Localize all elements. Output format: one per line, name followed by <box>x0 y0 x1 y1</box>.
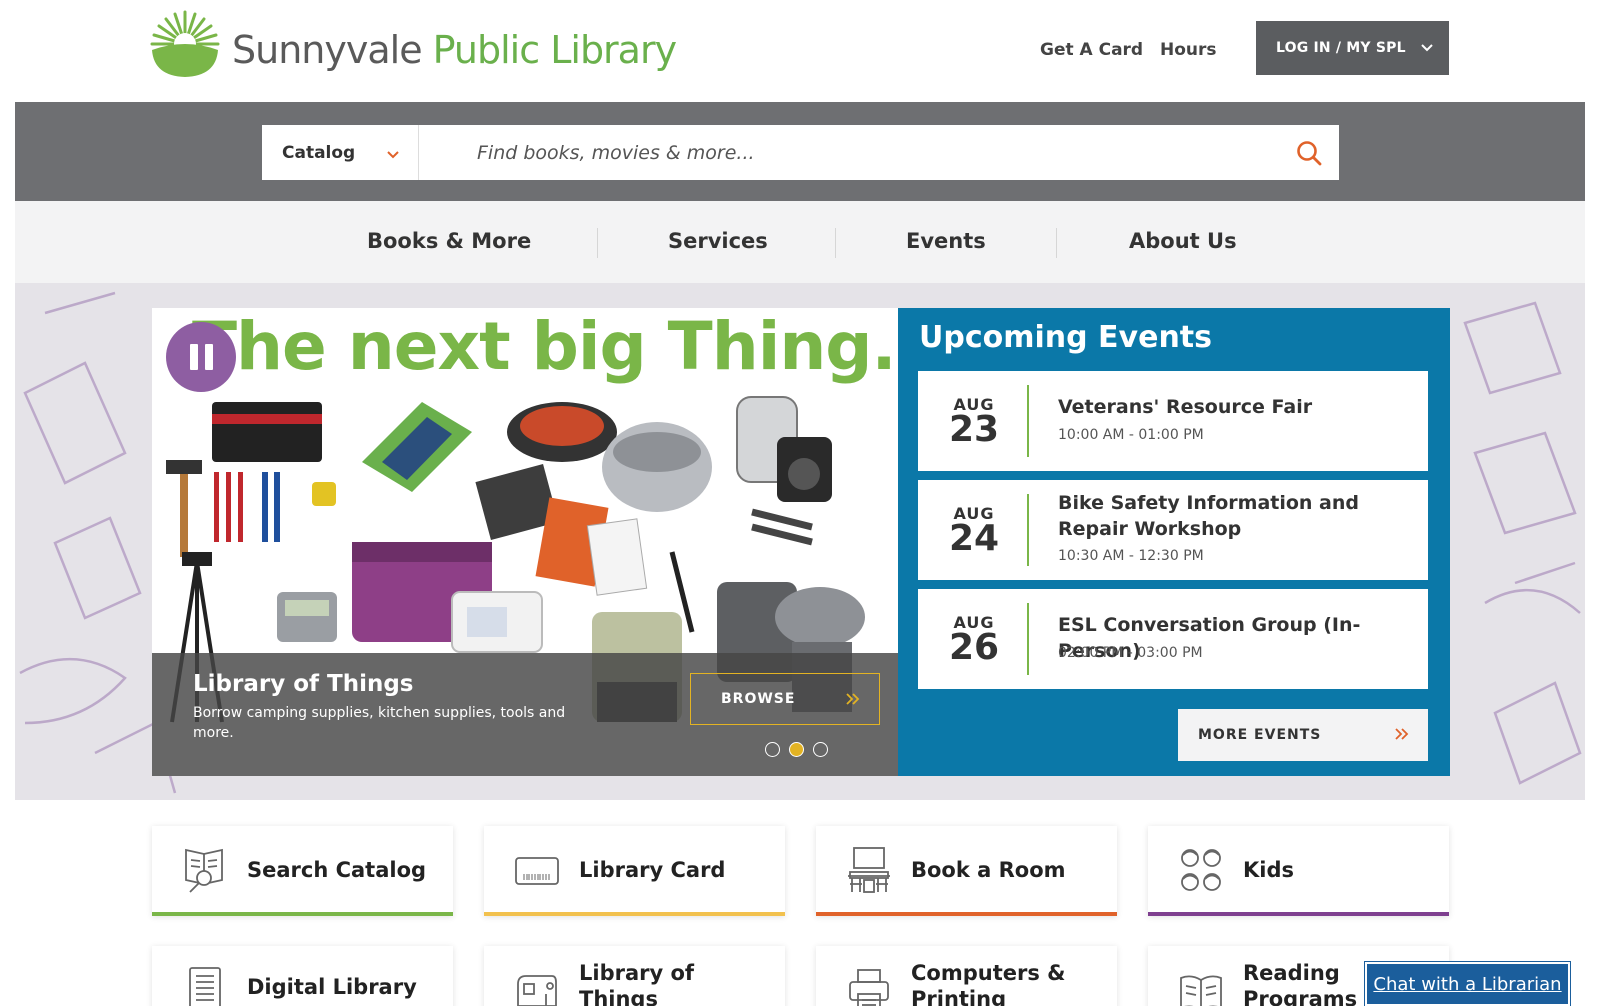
nav-divider <box>1056 228 1057 258</box>
event-item[interactable]: AUG 23 Veterans' Resource Fair 10:00 AM … <box>918 371 1428 471</box>
nav-books-and-more[interactable]: Books & More <box>367 229 531 253</box>
events-title: Upcoming Events <box>919 320 1212 355</box>
quick-link-label: Library Card <box>579 858 726 882</box>
get-a-card-link[interactable]: Get A Card <box>1040 40 1143 60</box>
main-nav: Books & More Services Events About Us <box>15 201 1585 283</box>
slide-headline: The next big Thing. <box>192 308 897 385</box>
slide-caption-description: Borrow camping supplies, kitchen supplie… <box>193 705 566 741</box>
open-book-icon <box>1180 975 1222 1006</box>
event-day: 26 <box>948 627 1000 668</box>
quick-link-label: Digital Library <box>247 975 417 999</box>
search-icon <box>1297 140 1322 165</box>
meeting-room-icon <box>848 847 890 893</box>
kids-icon <box>1181 849 1221 891</box>
printer-icon <box>849 969 889 1006</box>
event-time: 02:00 PM - 03:00 PM <box>1058 645 1203 661</box>
hero-slide: The next big Thing. Library of Things Bo… <box>152 308 898 776</box>
sun-logo-icon <box>150 10 220 77</box>
search-button[interactable] <box>1279 125 1339 180</box>
event-item[interactable]: AUG 24 Bike Safety Information and Repai… <box>918 480 1428 580</box>
chevron-down-icon <box>1421 44 1433 52</box>
slide-caption: Library of Things Borrow camping supplie… <box>152 653 898 776</box>
event-item[interactable]: AUG 26 ESL Conversation Group (In-Person… <box>918 589 1428 689</box>
catalog-search-icon <box>185 848 223 893</box>
quick-link-digital-library[interactable]: Digital Library <box>152 946 453 1006</box>
quick-link-library-of-things[interactable]: Library of Things <box>484 946 785 1006</box>
browse-button[interactable]: BROWSE <box>690 673 880 725</box>
site-logo[interactable]: Sunnyvale Public Library <box>150 8 677 78</box>
quick-link-label: Search Catalog <box>247 858 427 882</box>
carousel-dot-2[interactable] <box>789 742 804 757</box>
quick-link-underline <box>484 912 785 916</box>
nav-services[interactable]: Services <box>668 229 768 253</box>
quick-link-label: Book a Room <box>911 858 1066 882</box>
event-divider <box>1027 603 1029 675</box>
quick-link-label: Kids <box>1243 858 1295 882</box>
quick-link-underline <box>152 912 453 916</box>
quick-link-book-a-room[interactable]: Book a Room <box>816 826 1117 916</box>
quick-link-kids[interactable]: Kids <box>1148 826 1449 916</box>
slide-caption-title: Library of Things <box>193 671 414 697</box>
login-button[interactable]: LOG IN / MY SPL <box>1256 21 1449 75</box>
quick-link-underline <box>1148 912 1449 916</box>
quick-link-computers-printing[interactable]: Computers & Printing <box>816 946 1117 1006</box>
nav-divider <box>835 228 836 258</box>
event-title[interactable]: Veterans' Resource Fair <box>1058 394 1418 420</box>
quick-link-search-catalog[interactable]: Search Catalog <box>152 826 453 916</box>
event-time: 10:00 AM - 01:00 PM <box>1058 427 1204 443</box>
quick-link-underline <box>816 912 1117 916</box>
event-time: 10:30 AM - 12:30 PM <box>1058 548 1204 564</box>
quick-link-label: Computers & Printing <box>911 961 1066 1006</box>
hours-link[interactable]: Hours <box>1160 40 1217 60</box>
search-input[interactable] <box>419 125 1279 180</box>
event-title[interactable]: Bike Safety Information and Repair Works… <box>1058 490 1418 542</box>
quick-link-library-card[interactable]: Library Card <box>484 826 785 916</box>
nav-about-us[interactable]: About Us <box>1129 229 1237 253</box>
carousel-dot-1[interactable] <box>765 742 780 757</box>
library-card-icon <box>515 857 559 885</box>
chat-with-librarian-button[interactable]: Chat with a Librarian <box>1364 961 1571 1006</box>
double-chevron-right-icon <box>846 693 860 705</box>
carousel-dot-3[interactable] <box>813 742 828 757</box>
nav-divider <box>597 228 598 258</box>
quick-link-label: Library of Things <box>579 961 695 1006</box>
search-bar: Catalog <box>262 125 1339 180</box>
chevron-down-icon <box>387 151 399 159</box>
nav-events[interactable]: Events <box>906 229 986 253</box>
pause-icon <box>189 344 198 370</box>
more-events-button[interactable]: MORE EVENTS <box>1178 709 1428 761</box>
search-scope-select[interactable]: Catalog <box>262 125 419 180</box>
site-name: Sunnyvale Public Library <box>232 28 677 72</box>
carousel-pause-button[interactable] <box>166 322 236 392</box>
event-day: 23 <box>948 409 1000 450</box>
event-divider <box>1027 494 1029 566</box>
event-divider <box>1027 385 1029 457</box>
carousel-dots <box>765 742 828 757</box>
ebook-reader-icon <box>189 967 221 1006</box>
event-day: 24 <box>948 518 1000 559</box>
upcoming-events-panel: Upcoming Events AUG 23 Veterans' Resourc… <box>898 308 1450 776</box>
sewing-machine-icon <box>517 975 557 1006</box>
site-header: Sunnyvale Public Library Get A Card Hour… <box>0 0 1600 102</box>
double-chevron-right-icon <box>1395 728 1409 740</box>
quick-link-label: Reading Programs <box>1243 961 1358 1006</box>
